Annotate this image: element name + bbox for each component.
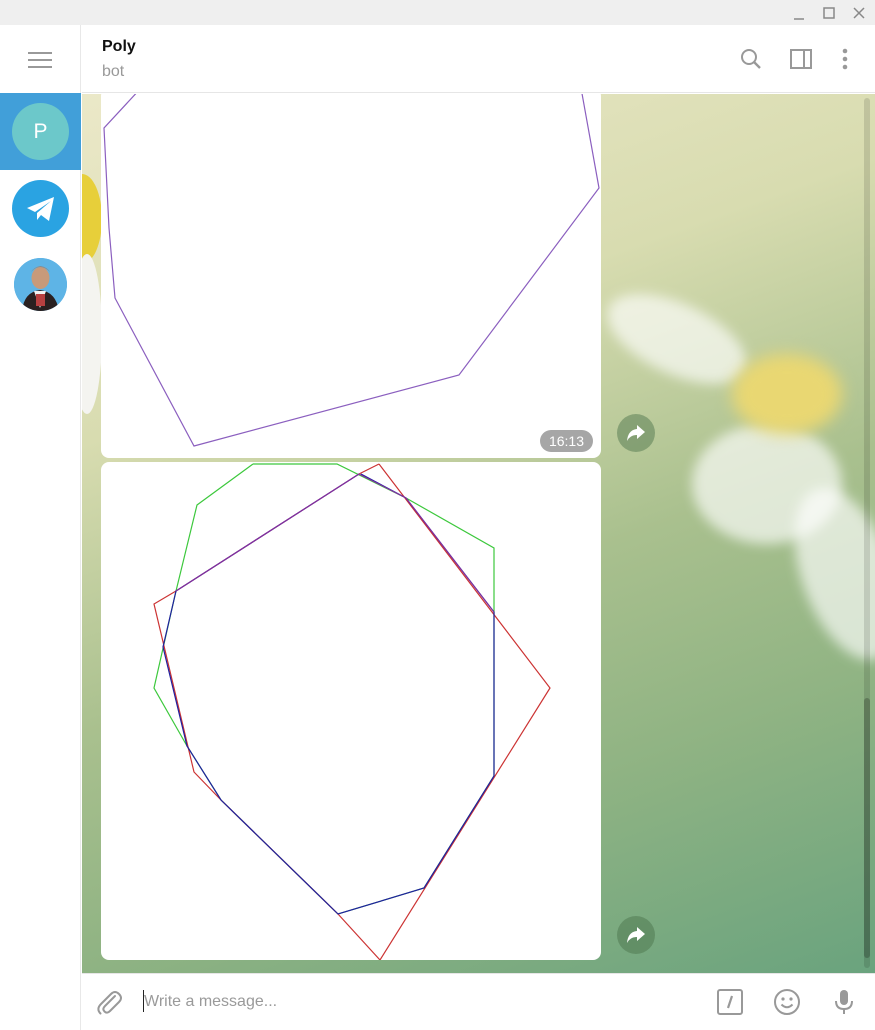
chat-header: Poly bot [82, 25, 875, 93]
telegram-logo-icon [12, 180, 69, 237]
user-photo-avatar [14, 258, 67, 311]
share-arrow-icon [627, 425, 645, 441]
background-flower [82, 174, 102, 264]
message-composer [82, 973, 875, 1030]
bot-command-icon[interactable] [716, 988, 744, 1016]
share-button[interactable] [617, 916, 655, 954]
scrollbar-thumb[interactable] [864, 698, 870, 958]
minimize-icon[interactable] [789, 3, 809, 23]
window-titlebar [0, 0, 875, 25]
polygon-outline [175, 473, 495, 613]
image-message[interactable]: 16:13 [101, 94, 601, 458]
chat-scrollbar[interactable] [864, 98, 870, 968]
background-flower [732, 354, 842, 434]
maximize-icon[interactable] [819, 3, 839, 23]
hamburger-icon [28, 52, 52, 68]
share-arrow-icon [627, 927, 645, 943]
message-time: 16:13 [539, 430, 593, 452]
search-icon[interactable] [739, 47, 763, 71]
message-input[interactable] [144, 988, 684, 1016]
attach-icon[interactable] [95, 988, 123, 1016]
share-button[interactable] [617, 414, 655, 452]
polygon-outline [103, 94, 600, 447]
emoji-icon[interactable] [773, 988, 801, 1016]
chat-item-telegram[interactable] [0, 170, 81, 247]
chat-list-sidebar: P [0, 25, 81, 1030]
polygon-outline [153, 463, 495, 915]
chat-item-user[interactable] [0, 247, 81, 324]
chat-title[interactable]: Poly [102, 38, 136, 56]
polygon-image [103, 94, 600, 447]
chat-status: bot [102, 63, 125, 80]
more-vertical-icon[interactable] [833, 47, 857, 71]
image-message[interactable] [101, 462, 601, 960]
polygon-outline [153, 463, 551, 960]
microphone-icon[interactable] [830, 988, 858, 1016]
chat-item-poly[interactable]: P [0, 93, 81, 170]
polygon-outline [162, 473, 495, 915]
background-petal [82, 254, 102, 414]
avatar: P [12, 103, 69, 160]
close-icon[interactable] [849, 3, 869, 23]
chat-history[interactable]: 16:13 [82, 94, 875, 973]
avatar-letter: P [33, 120, 48, 143]
polygon-image [153, 463, 551, 960]
main-menu-button[interactable] [0, 25, 81, 93]
sidebar-toggle-icon[interactable] [789, 47, 813, 71]
